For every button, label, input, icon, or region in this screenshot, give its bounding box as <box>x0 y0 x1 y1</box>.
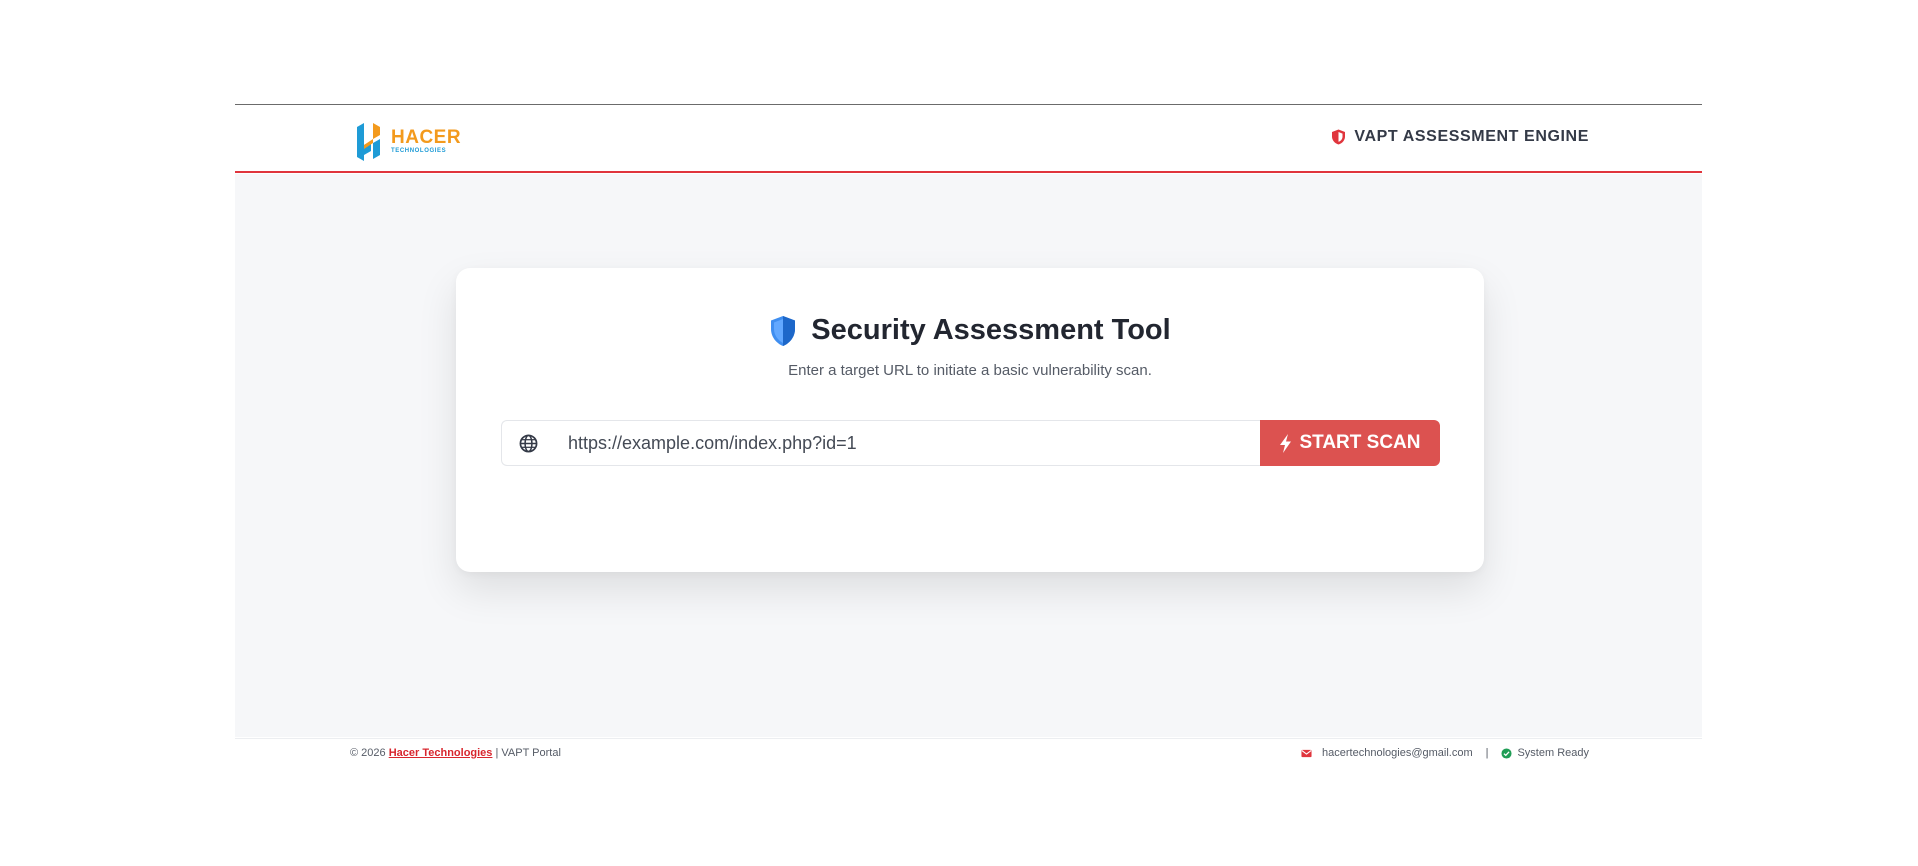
footer-copyright: © 2026 Hacer Technologies | VAPT Portal <box>350 747 561 759</box>
shield-icon <box>1332 129 1346 145</box>
shield-half-icon <box>771 315 796 346</box>
footer-separator: | <box>1485 747 1489 759</box>
scan-form: START SCAN <box>501 420 1440 466</box>
engine-label: VAPT ASSESSMENT ENGINE <box>1354 128 1589 145</box>
target-url-input[interactable] <box>554 422 1260 464</box>
start-scan-label: START SCAN <box>1299 432 1421 453</box>
company-link[interactable]: Hacer Technologies <box>389 747 493 759</box>
globe-icon <box>502 434 554 453</box>
logo-subtitle: TECHNOLOGIES <box>391 148 447 154</box>
portal-label: | VAPT Portal <box>495 747 561 759</box>
logo-name: HACER <box>391 127 462 148</box>
envelope-icon <box>1301 749 1312 757</box>
start-scan-button[interactable]: START SCAN <box>1260 420 1440 466</box>
contact-email[interactable]: hacertechnologies@gmail.com <box>1322 747 1473 759</box>
brand-logo[interactable]: HACER TECHNOLOGIES <box>353 121 461 161</box>
logo-wordmark: HACER TECHNOLOGIES <box>391 128 461 154</box>
hacer-logo-icon <box>357 123 380 161</box>
footer-status: hacertechnologies@gmail.com | System Rea… <box>1301 747 1589 759</box>
system-status: System Ready <box>1517 747 1589 759</box>
main-content: Security Assessment Tool Enter a target … <box>235 174 1702 737</box>
page-title: Security Assessment Tool <box>811 314 1171 346</box>
copyright-text: © 2026 <box>350 747 386 759</box>
site-footer: © 2026 Hacer Technologies | VAPT Portal … <box>235 738 1702 763</box>
check-circle-icon <box>1501 747 1513 759</box>
bolt-icon <box>1280 433 1292 453</box>
card-title-row: Security Assessment Tool <box>456 314 1484 347</box>
scan-card: Security Assessment Tool Enter a target … <box>456 268 1484 572</box>
url-input-group <box>501 420 1260 466</box>
app-window: HACER TECHNOLOGIES VAPT ASSESSMENT ENGIN… <box>235 104 1702 763</box>
site-header: HACER TECHNOLOGIES VAPT ASSESSMENT ENGIN… <box>235 105 1702 173</box>
card-subtitle: Enter a target URL to initiate a basic v… <box>788 362 1152 379</box>
engine-badge: VAPT ASSESSMENT ENGINE <box>1331 128 1589 146</box>
